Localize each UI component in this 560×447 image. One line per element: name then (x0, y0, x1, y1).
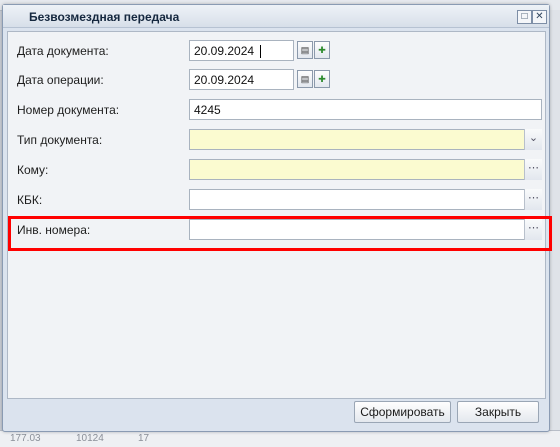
ellipsis-icon[interactable]: ⋯ (524, 159, 542, 180)
inv-numbers-input[interactable]: ⋯ (189, 219, 542, 240)
kbk-input[interactable]: ⋯ (189, 189, 542, 210)
op-date-label: Дата операции: (17, 73, 104, 87)
doc-number-input[interactable]: 4245 (189, 99, 542, 120)
close-icon[interactable]: ✕ (532, 10, 547, 24)
to-whom-label: Кому: (17, 163, 49, 177)
kbk-label: КБК: (17, 193, 43, 207)
inv-numbers-label: Инв. номера: (17, 223, 91, 237)
doc-type-label: Тип документа: (17, 133, 103, 147)
background-cell: 17 (138, 433, 150, 444)
dialog-titlebar[interactable]: Безвозмездная передача □ ✕ (3, 5, 549, 28)
ellipsis-icon[interactable]: ⋯ (524, 219, 542, 240)
doc-number-value: 4245 (194, 103, 221, 117)
doc-type-select[interactable]: ⌄ (189, 129, 542, 150)
doc-date-value: 20.09.2024 (194, 44, 255, 58)
op-date-input[interactable]: 20.09.2024 (189, 69, 294, 90)
background-cell: 177.03 (10, 433, 41, 444)
background-table-row: 177.03 10124 17 (0, 430, 560, 447)
date-picker-icon[interactable]: ✚ (314, 70, 330, 88)
chevron-down-icon[interactable]: ⌄ (524, 129, 542, 150)
calendar-icon[interactable]: ▤ (297, 41, 313, 59)
dialog-window: Безвозмездная передача □ ✕ Дата документ… (2, 4, 552, 432)
background-cell: 10124 (76, 433, 104, 444)
generate-button[interactable]: Сформировать (354, 401, 451, 423)
op-date-value: 20.09.2024 (194, 73, 255, 87)
form-panel: Дата документа: 20.09.2024 ▤ ✚ Дата опер… (7, 31, 552, 399)
text-caret (260, 45, 261, 58)
doc-number-label: Номер документа: (17, 103, 120, 117)
date-picker-icon[interactable]: ✚ (314, 41, 330, 59)
dialog-title: Безвозмездная передача (29, 10, 180, 24)
maximize-icon[interactable]: □ (517, 10, 532, 24)
doc-date-input[interactable]: 20.09.2024 (189, 40, 294, 61)
close-button[interactable]: Закрыть (457, 401, 539, 423)
doc-date-label: Дата документа: (17, 44, 109, 58)
ellipsis-icon[interactable]: ⋯ (524, 189, 542, 210)
to-whom-input[interactable]: ⋯ (189, 159, 542, 180)
calendar-icon[interactable]: ▤ (297, 70, 313, 88)
